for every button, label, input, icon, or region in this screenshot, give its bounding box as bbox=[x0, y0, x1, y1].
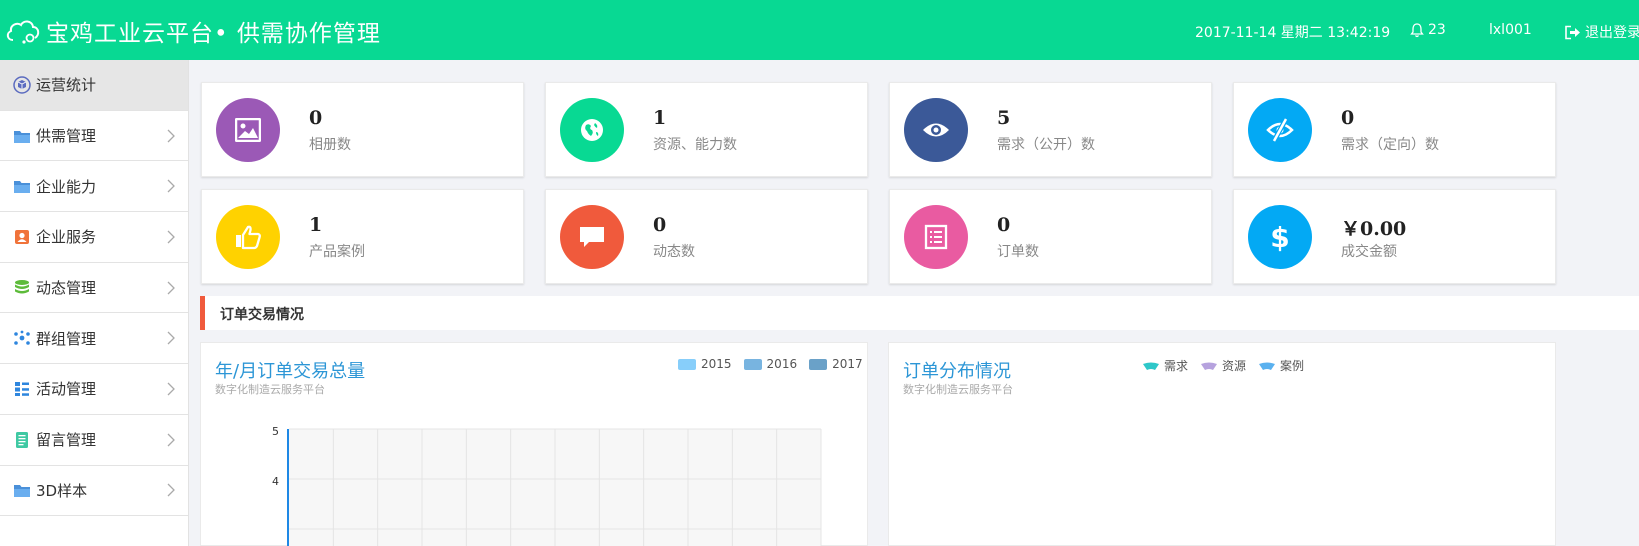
stat-value: 1 bbox=[309, 214, 323, 236]
sidebar-item-label: 运营统计 bbox=[36, 76, 97, 95]
logo: 宝鸡工业云平台• 供需协作管理 bbox=[4, 14, 381, 48]
stat-card-transaction-amount[interactable]: $ ￥0.00 成交金额 bbox=[1233, 189, 1556, 284]
database-icon bbox=[12, 278, 32, 298]
legend-item-resource[interactable]: 资源 bbox=[1200, 357, 1246, 374]
folder-icon bbox=[12, 480, 32, 500]
stat-card-orders[interactable]: 0 订单数 bbox=[889, 189, 1212, 284]
username[interactable]: lxl001 bbox=[1489, 22, 1532, 38]
list-doc-icon bbox=[904, 205, 968, 269]
chart-title: 订单分布情况 bbox=[903, 361, 1011, 382]
notifications-button[interactable]: 23 bbox=[1410, 22, 1446, 38]
stat-label: 相册数 bbox=[309, 137, 351, 153]
eye-slash-icon bbox=[1248, 98, 1312, 162]
stat-value: 0 bbox=[997, 214, 1011, 236]
stat-value: 1 bbox=[653, 107, 667, 129]
eye-icon bbox=[904, 98, 968, 162]
chart-legend: 需求 资源 案例 bbox=[1142, 357, 1316, 374]
sidebar: 运营统计 供需管理 企业能力 企业服务 动态管理 群组管理 活动管理 留言管理 … bbox=[0, 60, 189, 546]
notification-count: 23 bbox=[1428, 22, 1446, 38]
grid-list-icon bbox=[12, 379, 32, 399]
stat-label: 订单数 bbox=[997, 244, 1039, 260]
bell-icon bbox=[1410, 22, 1428, 38]
sidebar-item-label: 动态管理 bbox=[36, 279, 97, 298]
stat-label: 需求（定向）数 bbox=[1341, 137, 1439, 153]
folder-icon bbox=[12, 176, 32, 196]
sidebar-item-activity[interactable]: 活动管理 bbox=[0, 364, 188, 415]
chevron-right-icon bbox=[167, 483, 175, 497]
stat-card-product-cases[interactable]: 1 产品案例 bbox=[201, 189, 524, 284]
sidebar-item-dynamic[interactable]: 动态管理 bbox=[0, 263, 188, 314]
y-tick-label: 5 bbox=[272, 425, 279, 438]
stat-card-targeted-demand[interactable]: 0 需求（定向）数 bbox=[1233, 82, 1556, 177]
sidebar-item-messages[interactable]: 留言管理 bbox=[0, 415, 188, 466]
chevron-right-icon bbox=[167, 129, 175, 142]
folder-icon bbox=[12, 126, 32, 146]
sidebar-item-label: 企业能力 bbox=[36, 177, 97, 196]
chart-panel-order-distribution: 订单分布情况 数字化制造云服务平台 需求 资源 案例 bbox=[888, 342, 1556, 546]
top-header: 宝鸡工业云平台• 供需协作管理 2017-11-14 星期二 13:42:19 … bbox=[0, 0, 1639, 60]
chevron-right-icon bbox=[167, 230, 175, 244]
stat-label: 成交金额 bbox=[1341, 244, 1397, 260]
chevron-right-icon bbox=[167, 331, 175, 345]
chevron-right-icon bbox=[167, 433, 175, 447]
cloud-icon bbox=[4, 16, 42, 46]
legend-item-case[interactable]: 案例 bbox=[1258, 357, 1304, 374]
logout-button[interactable]: 退出登录 bbox=[1564, 22, 1639, 42]
sidebar-item-supply-demand[interactable]: 供需管理 bbox=[0, 111, 188, 162]
chevron-right-icon bbox=[167, 382, 175, 396]
sidebar-item-enterprise-service[interactable]: 企业服务 bbox=[0, 212, 188, 263]
stat-value: 0 bbox=[653, 214, 667, 236]
stat-value: 0 bbox=[309, 107, 323, 129]
app-title: 宝鸡工业云平台• 供需协作管理 bbox=[46, 21, 381, 47]
chevron-right-icon bbox=[167, 281, 175, 295]
cube-icon bbox=[12, 75, 32, 95]
sidebar-item-3d-sample[interactable]: 3D样本 bbox=[0, 466, 188, 517]
stat-card-public-demand[interactable]: 5 需求（公开）数 bbox=[889, 82, 1212, 177]
stat-label: 动态数 bbox=[653, 244, 695, 260]
stat-label: 产品案例 bbox=[309, 244, 365, 260]
sidebar-item-label: 供需管理 bbox=[36, 127, 97, 146]
datetime: 2017-11-14 星期二 13:42:19 bbox=[1195, 25, 1391, 41]
stat-card-resources[interactable]: 1 资源、能力数 bbox=[545, 82, 868, 177]
y-tick-label: 4 bbox=[272, 475, 279, 488]
section-title: 订单交易情况 bbox=[220, 307, 304, 323]
stat-value: 0 bbox=[1341, 107, 1355, 129]
person-card-icon bbox=[12, 227, 32, 247]
sidebar-item-label: 企业服务 bbox=[36, 228, 97, 247]
chart-plot-area: 5 4 bbox=[272, 425, 822, 546]
chart-subtitle: 数字化制造云服务平台 bbox=[903, 383, 1013, 396]
chevron-right-icon bbox=[167, 179, 175, 193]
image-icon bbox=[216, 98, 280, 162]
stat-label: 资源、能力数 bbox=[653, 137, 737, 153]
logout-label: 退出登录 bbox=[1585, 25, 1639, 41]
section-header: 订单交易情况 bbox=[200, 296, 1639, 330]
thumbs-up-icon bbox=[216, 205, 280, 269]
comment-icon bbox=[560, 205, 624, 269]
sidebar-item-enterprise-capability[interactable]: 企业能力 bbox=[0, 161, 188, 213]
sidebar-item-label: 群组管理 bbox=[36, 329, 97, 348]
dollar-icon: $ bbox=[1248, 205, 1312, 269]
logout-icon bbox=[1564, 25, 1585, 40]
sidebar-item-label: 活动管理 bbox=[36, 380, 97, 399]
stat-label: 需求（公开）数 bbox=[997, 137, 1095, 153]
svg-text:$: $ bbox=[1270, 221, 1289, 253]
chart-panel-order-volume: 年/月订单交易总量 数字化制造云服务平台 2015 2016 2017 5 4 bbox=[200, 342, 868, 546]
legend-item-demand[interactable]: 需求 bbox=[1142, 357, 1188, 374]
stat-card-albums[interactable]: 0 相册数 bbox=[201, 82, 524, 177]
notebook-icon bbox=[12, 430, 32, 450]
sidebar-item-label: 3D样本 bbox=[36, 481, 88, 500]
stat-value: ￥0.00 bbox=[1341, 218, 1407, 240]
sidebar-item-label: 留言管理 bbox=[36, 431, 97, 450]
globe-icon bbox=[560, 98, 624, 162]
sidebar-item-group[interactable]: 群组管理 bbox=[0, 313, 188, 365]
group-dots-icon bbox=[12, 328, 32, 348]
sidebar-item-operations-stats[interactable]: 运营统计 bbox=[0, 60, 188, 111]
stat-card-dynamics[interactable]: 0 动态数 bbox=[545, 189, 868, 284]
stat-value: 5 bbox=[997, 107, 1011, 129]
